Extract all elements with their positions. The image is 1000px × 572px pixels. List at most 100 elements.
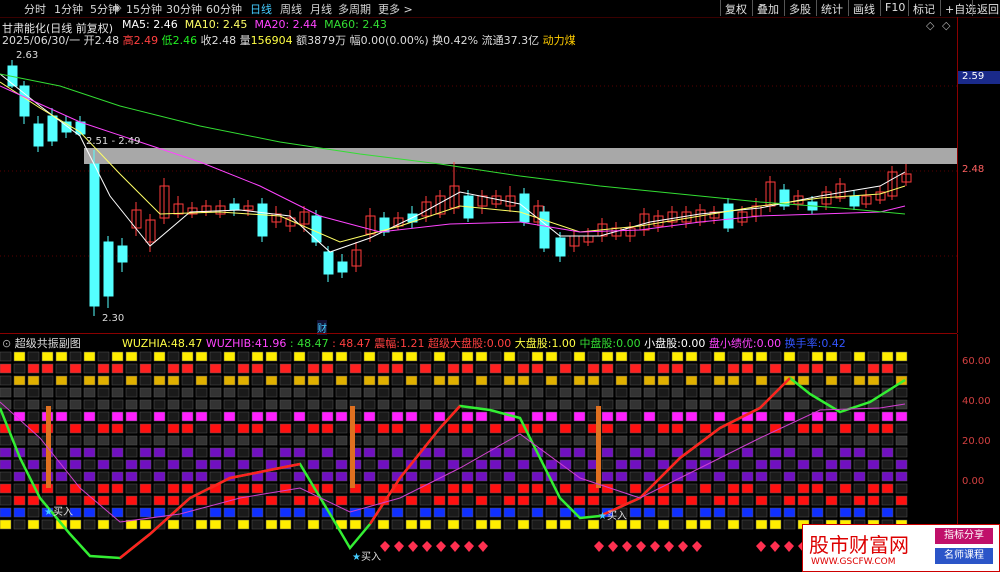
resonance-cell xyxy=(125,483,138,494)
resonance-cell xyxy=(405,447,418,458)
resonance-cell xyxy=(139,423,152,434)
star-icon: ★ xyxy=(352,552,361,563)
resonance-cell xyxy=(713,495,726,506)
toolbar-button-1[interactable]: 叠加 xyxy=(752,0,783,16)
buy-signal-1: ★买入 xyxy=(44,503,73,518)
resonance-cell xyxy=(685,399,698,410)
resonance-cell xyxy=(223,411,236,422)
collapse-icon[interactable]: ◇ xyxy=(942,19,950,32)
tab-period-2[interactable]: 5分钟 xyxy=(90,1,119,17)
resonance-cell xyxy=(55,351,68,362)
resonance-cell xyxy=(69,387,82,398)
toolbar-button-5[interactable]: F10 xyxy=(880,0,909,16)
resonance-cell xyxy=(251,519,264,530)
resonance-cell xyxy=(797,399,810,410)
resonance-cell xyxy=(867,459,880,470)
resonance-cell xyxy=(0,459,12,470)
resonance-cell xyxy=(895,387,908,398)
resonance-cell xyxy=(825,363,838,374)
resonance-cell xyxy=(83,519,96,530)
price-axis: 2.59 2.48 xyxy=(957,17,1000,333)
resonance-cell xyxy=(139,447,152,458)
resonance-cell xyxy=(503,471,516,482)
toolbar-button-2[interactable]: 多股 xyxy=(784,0,815,16)
resonance-cell xyxy=(839,411,852,422)
diamond-icon xyxy=(478,541,488,552)
resonance-cell xyxy=(153,387,166,398)
toolbar-button-8[interactable]: 返回 xyxy=(972,0,1000,16)
resonance-cell xyxy=(531,507,544,518)
resonance-cell xyxy=(699,495,712,506)
resonance-cell xyxy=(811,435,824,446)
resonance-cell xyxy=(797,459,810,470)
resonance-cell xyxy=(867,507,880,518)
resonance-cell xyxy=(769,435,782,446)
resonance-cell xyxy=(83,399,96,410)
resonance-cell xyxy=(601,447,614,458)
resonance-cell xyxy=(335,351,348,362)
tab-period-0[interactable]: 分时 xyxy=(24,1,46,17)
resonance-cell xyxy=(265,459,278,470)
resonance-cell xyxy=(335,435,348,446)
resonance-cell xyxy=(111,387,124,398)
ind-axis-0: 0.00 xyxy=(962,476,985,487)
tab-period-10[interactable]: 更多 > xyxy=(378,1,413,17)
resonance-cell xyxy=(797,435,810,446)
tab-period-7[interactable]: 周线 xyxy=(280,1,302,17)
price-chart[interactable] xyxy=(0,46,957,333)
resonance-cell xyxy=(111,423,124,434)
buy-label: 买入 xyxy=(360,552,381,563)
resonance-cell xyxy=(377,411,390,422)
resonance-cell xyxy=(531,399,544,410)
resonance-cell xyxy=(643,471,656,482)
resonance-cell xyxy=(517,447,530,458)
expand-icon[interactable]: ◇ xyxy=(926,19,934,32)
tab-period-5[interactable]: 60分钟 xyxy=(206,1,242,17)
course-button[interactable]: 名师课程 xyxy=(935,548,993,564)
candle xyxy=(47,115,58,142)
toolbar-button-4[interactable]: 画线 xyxy=(848,0,879,16)
wuzhia-up-segment xyxy=(599,377,791,518)
resonance-cell xyxy=(125,387,138,398)
resonance-cell xyxy=(209,375,222,386)
resonance-cell xyxy=(251,387,264,398)
resonance-cell xyxy=(153,447,166,458)
resonance-cell xyxy=(13,471,26,482)
resonance-cell xyxy=(349,375,362,386)
tab-period-8[interactable]: 月线 xyxy=(310,1,332,17)
resonance-cell xyxy=(769,411,782,422)
tab-period-4[interactable]: 30分钟 xyxy=(166,1,202,17)
resonance-cell xyxy=(867,483,880,494)
resonance-cell xyxy=(405,471,418,482)
resonance-cell xyxy=(657,435,670,446)
toolbar-button-6[interactable]: 标记 xyxy=(908,0,939,16)
tab-period-6[interactable]: 日线 xyxy=(250,1,272,17)
diamond-icon xyxy=(464,541,474,552)
toolbar-button-0[interactable]: 复权 xyxy=(720,0,751,16)
resonance-cell xyxy=(377,483,390,494)
tab-period-9[interactable]: 多周期 xyxy=(338,1,371,17)
resonance-cell xyxy=(237,507,250,518)
resonance-cell xyxy=(657,399,670,410)
resonance-cell xyxy=(419,495,432,506)
resonance-cell xyxy=(307,507,320,518)
resonance-cell xyxy=(27,375,40,386)
ind-axis-40: 40.00 xyxy=(962,396,991,407)
indicator-share-button[interactable]: 指标分享 xyxy=(935,528,993,544)
resonance-cell xyxy=(685,471,698,482)
resonance-cell xyxy=(433,399,446,410)
diamond-icon xyxy=(756,541,766,552)
ind-axis-60: 60.00 xyxy=(962,356,991,367)
toolbar-button-3[interactable]: 统计 xyxy=(816,0,847,16)
resonance-cell xyxy=(545,363,558,374)
resonance-cell xyxy=(447,351,460,362)
resonance-cell xyxy=(699,423,712,434)
tab-period-1[interactable]: 1分钟 xyxy=(54,1,83,17)
resonance-cell xyxy=(181,375,194,386)
resonance-cell xyxy=(251,495,264,506)
resonance-cell xyxy=(111,495,124,506)
resonance-cell xyxy=(111,459,124,470)
tab-period-3[interactable]: 15分钟 xyxy=(126,1,162,17)
diamond-icon xyxy=(664,541,674,552)
resonance-cell xyxy=(139,459,152,470)
